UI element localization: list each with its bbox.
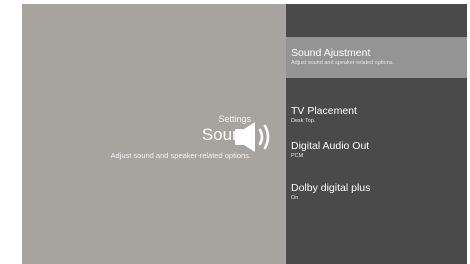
menu-item-label: Dolby digital plus (291, 182, 371, 194)
menu-item-label: Sound Ajustment (291, 47, 371, 59)
page-description: Adjust sound and speaker-related options… (110, 151, 251, 160)
menu-item-sound-adjustment[interactable]: Sound Ajustment Adjust sound and speaker… (286, 37, 467, 78)
menu-item-value: On (291, 195, 299, 201)
menu-item-digital-audio-out[interactable]: Digital Audio Out PCM (286, 134, 467, 160)
menu-item-label: Digital Audio Out (291, 140, 370, 152)
menu-item-tv-placement[interactable]: TV Placement Desk Top. (286, 99, 467, 125)
settings-info-panel: Settings Sound Adjust sound and speaker-… (22, 4, 287, 264)
menu-item-subtitle: Adjust sound and speaker-related options… (291, 60, 395, 66)
menu-item-value: PCM (291, 153, 304, 159)
speaker-volume-icon (235, 122, 270, 152)
menu-item-label: TV Placement (291, 105, 357, 117)
menu-item-value: Desk Top. (291, 118, 316, 124)
menu-item-dolby-digital-plus[interactable]: Dolby digital plus On (286, 177, 467, 203)
tv-settings-screen: Settings Sound Adjust sound and speaker-… (22, 4, 467, 264)
settings-menu: Sound Ajustment Adjust sound and speaker… (286, 4, 467, 264)
